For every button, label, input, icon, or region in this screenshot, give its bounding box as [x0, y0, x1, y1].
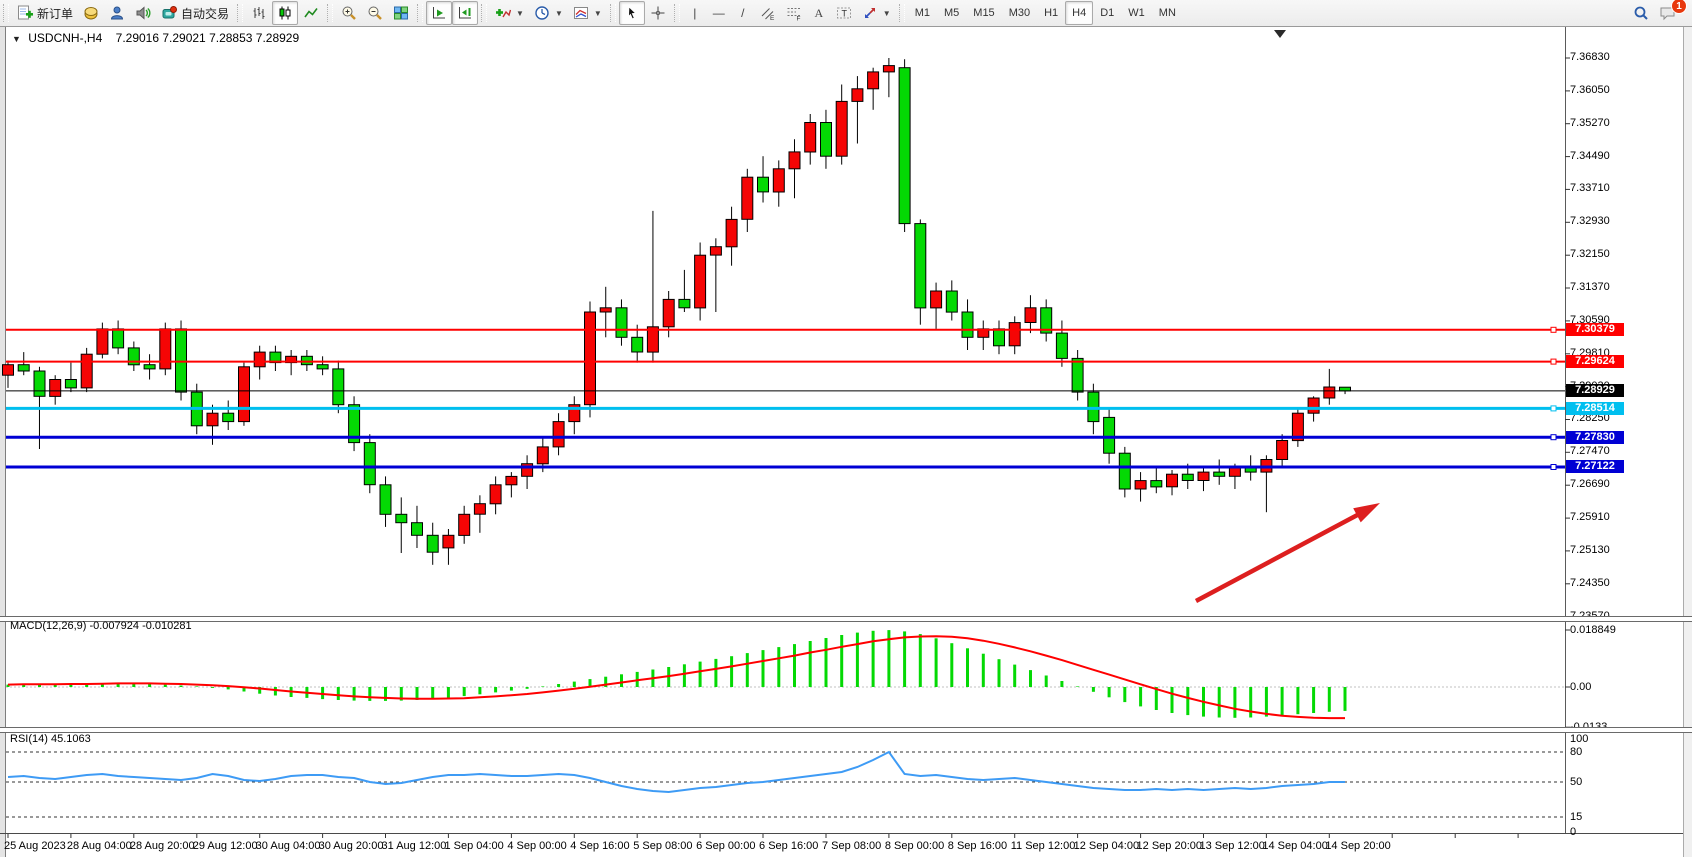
chart-symbol-period: USDCNH-,H4 [28, 31, 102, 45]
panel-splitter-rsi[interactable] [0, 727, 1692, 733]
panel-splitter-macd[interactable] [0, 616, 1692, 622]
rsi-indicator [6, 752, 1565, 817]
chart-menu-icon[interactable]: ▼ [12, 34, 21, 44]
annotation-arrow[interactable] [1196, 503, 1380, 601]
rsi-indicator-label: RSI(14) 45.1063 [10, 733, 91, 745]
candlesticks [3, 58, 1351, 565]
price-axis-ticks [1565, 58, 1570, 617]
chart-shift-marker[interactable] [1274, 30, 1286, 38]
chart-title: ▼ USDCNH-,H4 7.29016 7.29021 7.28853 7.2… [12, 31, 299, 45]
trading-terminal-window: 新订单 自动交易 [0, 0, 1692, 857]
macd-indicator [6, 630, 1570, 727]
time-axis-ticks [8, 834, 1518, 838]
chart-ohlc-values: 7.29016 7.29021 7.28853 7.28929 [116, 31, 300, 45]
macd-indicator-label: MACD(12,26,9) -0.007924 -0.010281 [10, 620, 192, 632]
